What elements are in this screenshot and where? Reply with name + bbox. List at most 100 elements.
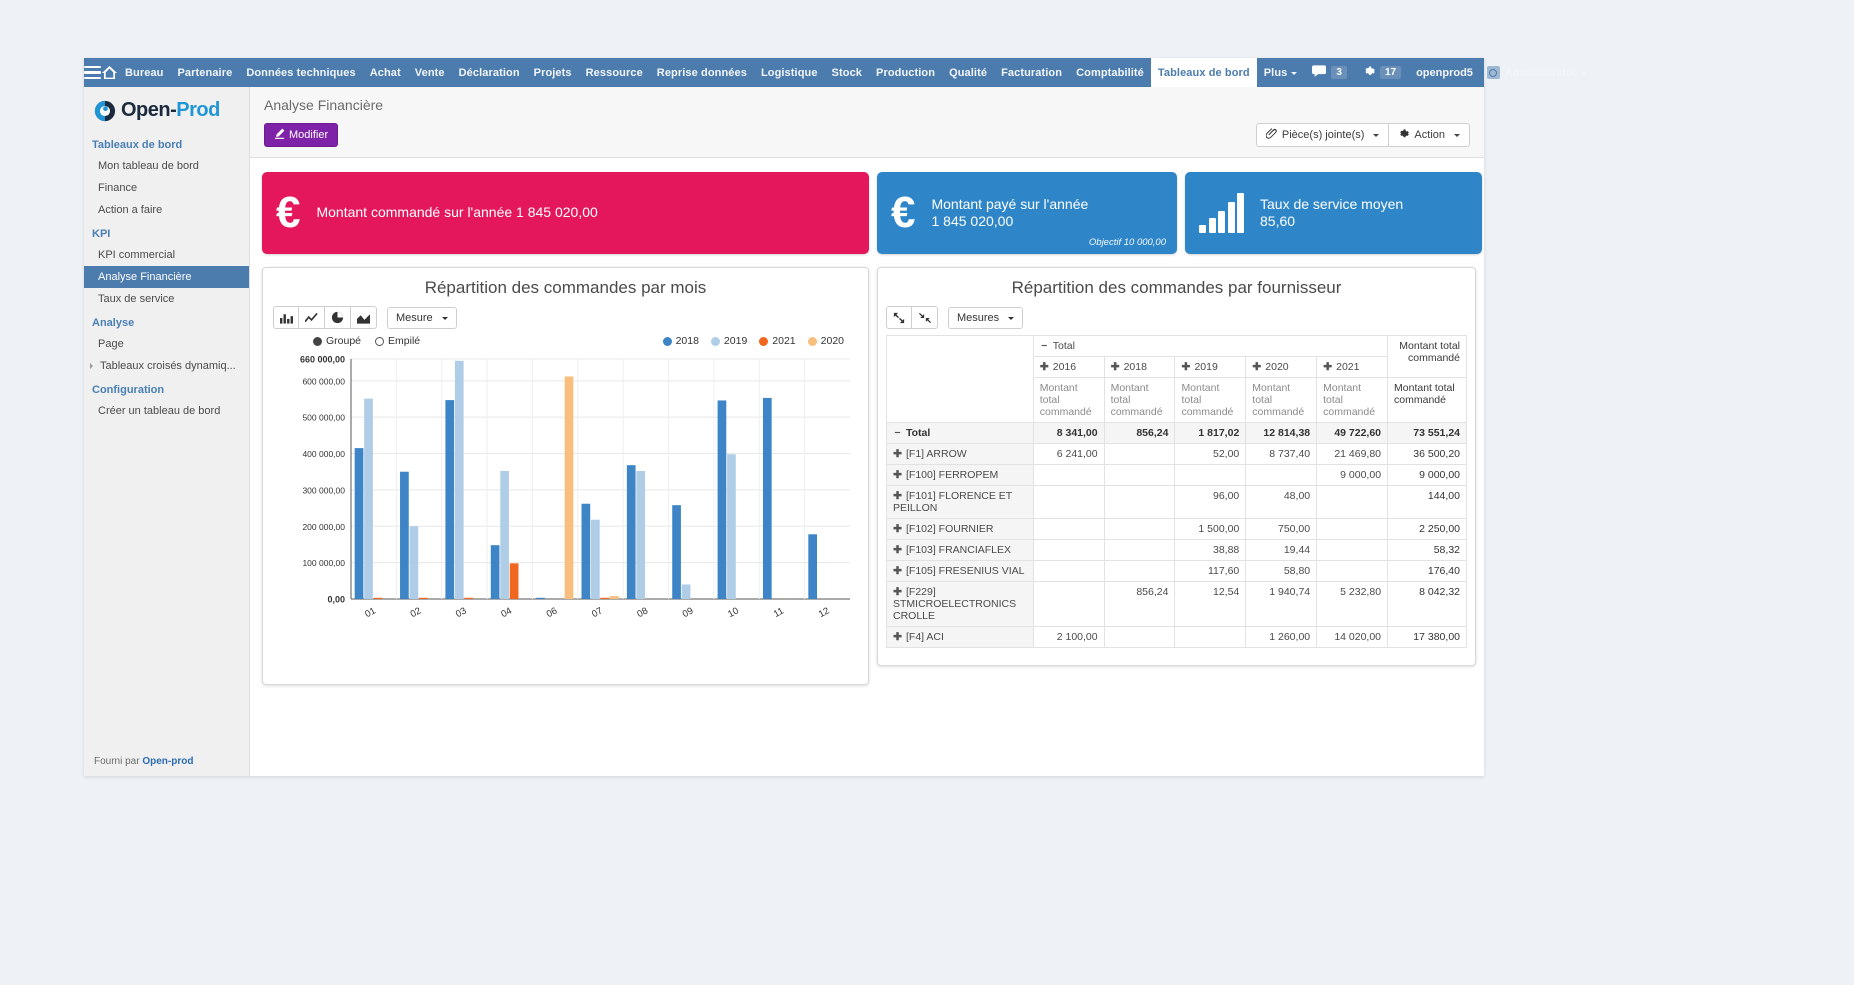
sidebar-item-finance[interactable]: Finance xyxy=(84,177,249,199)
sidebar-item-page[interactable]: Page xyxy=(84,333,249,355)
messages-button[interactable]: 3 xyxy=(1304,65,1355,80)
table-row[interactable]: ✚ [F103] FRANCIAFLEX 38,88 19,44 58,32 xyxy=(886,539,1467,561)
sidebar-item-action-a-faire[interactable]: Action a faire xyxy=(84,199,249,221)
chart-bar[interactable] xyxy=(400,471,409,599)
chart-bar[interactable] xyxy=(762,397,772,599)
footer-brand-link[interactable]: Open-prod xyxy=(142,756,193,767)
nav-item-reprise-donn-es[interactable]: Reprise données xyxy=(650,58,754,87)
sidebar-item-analyse-financi-re[interactable]: Analyse Financière xyxy=(84,266,249,288)
legend-item-2019[interactable]: 2019 xyxy=(710,335,747,347)
nav-item-qualit[interactable]: Qualité xyxy=(942,58,994,87)
chart-bar[interactable] xyxy=(626,465,636,599)
nav-item-tableaux-de-bord[interactable]: Tableaux de bord xyxy=(1150,58,1257,87)
chart-mode-empile[interactable]: Empilé xyxy=(375,335,420,347)
pivot-col-year-2018[interactable]: ✚ 2018 xyxy=(1103,356,1176,378)
chart-bar[interactable] xyxy=(564,376,574,599)
chart-bar[interactable] xyxy=(454,360,464,599)
chart-bar[interactable] xyxy=(490,545,500,599)
pivot-col-group-total[interactable]: − Total xyxy=(1032,335,1389,357)
measures-dropdown[interactable]: Mesures xyxy=(948,306,1024,329)
pivot-row-header[interactable]: ✚ [F1] ARROW xyxy=(886,443,1034,465)
nav-item-logistique[interactable]: Logistique xyxy=(754,58,825,87)
chart-bar[interactable] xyxy=(536,597,545,599)
chart-bar[interactable] xyxy=(808,534,818,599)
pie-chart-icon[interactable] xyxy=(325,306,351,329)
chart-bar[interactable] xyxy=(419,597,428,599)
nav-item-plus[interactable]: Plus xyxy=(1257,58,1305,87)
nav-item-vente[interactable]: Vente xyxy=(408,58,452,87)
chart-bar[interactable] xyxy=(636,471,646,599)
chart-mode-groupe[interactable]: Groupé xyxy=(313,335,361,347)
pivot-row-header[interactable]: ✚ [F4] ACI xyxy=(886,626,1034,648)
nav-item-partenaire[interactable]: Partenaire xyxy=(171,58,240,87)
chart-bar[interactable] xyxy=(600,597,610,599)
pivot-col-year-2016[interactable]: ✚ 2016 xyxy=(1032,356,1105,378)
pivot-row-header[interactable]: ✚ [F102] FOURNIER xyxy=(886,518,1034,540)
nav-item-donn-es-techniques[interactable]: Données techniques xyxy=(239,58,362,87)
pivot-row-header[interactable]: ✚ [F105] FRESENIUS VIAL xyxy=(886,560,1034,582)
area-chart-icon[interactable] xyxy=(351,306,377,329)
expand-arrows-icon[interactable] xyxy=(886,306,912,329)
nav-item-ressource[interactable]: Ressource xyxy=(579,58,650,87)
pivot-row-header[interactable]: ✚ [F103] FRANCIAFLEX xyxy=(886,539,1034,561)
table-row[interactable]: ✚ [F4] ACI 2 100,00 1 260,00 14 020,00 17 380… xyxy=(886,626,1467,648)
nav-item-production[interactable]: Production xyxy=(869,58,942,87)
activities-button[interactable]: 17 xyxy=(1355,65,1409,80)
kpi-card-montant-commande[interactable]: € Montant commandé sur l'année 1 845 020… xyxy=(262,172,869,254)
pivot-row-header[interactable]: − Total xyxy=(886,422,1034,444)
pivot-col-year-2020[interactable]: ✚ 2020 xyxy=(1245,356,1318,378)
legend-item-2018[interactable]: 2018 xyxy=(662,335,699,347)
pivot-col-year-2019[interactable]: ✚ 2019 xyxy=(1174,356,1247,378)
sidebar-item-cr-er-un-tableau-de-bord[interactable]: Créer un tableau de bord xyxy=(84,400,249,422)
table-row[interactable]: ✚ [F100] FERROPEM 9 000,00 9 000,00 xyxy=(886,464,1467,486)
chart-bar[interactable] xyxy=(500,471,509,599)
chart-bar[interactable] xyxy=(727,454,736,599)
pivot-col-year-2021[interactable]: ✚ 2021 xyxy=(1316,356,1389,378)
line-chart-icon[interactable] xyxy=(299,306,325,329)
legend-item-2021[interactable]: 2021 xyxy=(759,335,796,347)
user-menu[interactable]: Administrator xyxy=(1480,66,1594,79)
chart-bar[interactable] xyxy=(409,526,419,599)
home-icon[interactable] xyxy=(101,58,118,87)
nav-item-bureau[interactable]: Bureau xyxy=(118,58,171,87)
chart-bar[interactable] xyxy=(717,400,727,599)
nav-item-d-claration[interactable]: Déclaration xyxy=(452,58,527,87)
bar-chart-icon[interactable] xyxy=(273,306,299,329)
pivot-row-header[interactable]: ✚ [F229] STMICROELECTRONICS CROLLE xyxy=(886,581,1034,627)
edit-button[interactable]: Modifier xyxy=(264,123,339,147)
compress-arrows-icon[interactable] xyxy=(912,306,938,329)
table-row[interactable]: ✚ [F1] ARROW 6 241,00 52,00 8 737,40 21 469,8… xyxy=(886,443,1467,465)
sidebar-item-kpi-commercial[interactable]: KPI commercial xyxy=(84,244,249,266)
table-row[interactable]: ✚ [F102] FOURNIER 1 500,00 750,00 2 250,00 xyxy=(886,518,1467,540)
chart-bar[interactable] xyxy=(445,400,455,599)
pivot-row-header[interactable]: ✚ [F101] FLORENCE ET PEILLON xyxy=(886,485,1034,519)
nav-item-achat[interactable]: Achat xyxy=(363,58,408,87)
table-row[interactable]: ✚ [F105] FRESENIUS VIAL 117,60 58,80 176,40 xyxy=(886,560,1467,582)
chart-bar[interactable] xyxy=(610,596,619,599)
chart-bar[interactable] xyxy=(509,563,519,599)
nav-item-comptabilit[interactable]: Comptabilité xyxy=(1069,58,1151,87)
measure-dropdown[interactable]: Mesure xyxy=(387,306,457,329)
sidebar-item-tableaux-crois-s-dynamiq[interactable]: Tableaux croisés dynamiq... xyxy=(84,355,249,377)
sidebar-item-mon-tableau-de-bord[interactable]: Mon tableau de bord xyxy=(84,155,249,177)
table-row[interactable]: ✚ [F101] FLORENCE ET PEILLON 96,00 48,00 144… xyxy=(886,485,1467,519)
table-row[interactable]: − Total 8 341,00 856,24 1 817,02 12 814,38 49 … xyxy=(886,422,1467,444)
chart-bar[interactable] xyxy=(591,519,600,599)
pivot-row-header[interactable]: ✚ [F100] FERROPEM xyxy=(886,464,1034,486)
chart-bar[interactable] xyxy=(354,448,364,599)
chart-bar[interactable] xyxy=(681,584,691,599)
action-button[interactable]: Action xyxy=(1389,123,1470,147)
chart-bar[interactable] xyxy=(373,597,383,599)
sidebar-item-taux-de-service[interactable]: Taux de service xyxy=(84,288,249,310)
database-name[interactable]: openprod5 xyxy=(1409,67,1480,79)
nav-item-facturation[interactable]: Facturation xyxy=(994,58,1069,87)
table-row[interactable]: ✚ [F229] STMICROELECTRONICS CROLLE 856,24 1… xyxy=(886,581,1467,627)
kpi-card-montant-paye[interactable]: € Montant payé sur l'année 1 845 020,00 … xyxy=(877,172,1177,254)
chart-bar[interactable] xyxy=(581,503,591,599)
kpi-card-taux-service[interactable]: Taux de service moyen 85,60 xyxy=(1185,172,1482,254)
attachments-button[interactable]: Pièce(s) jointe(s) xyxy=(1255,123,1390,147)
hamburger-menu-icon[interactable] xyxy=(84,58,101,87)
chart-bar[interactable] xyxy=(672,505,681,599)
nav-item-projets[interactable]: Projets xyxy=(527,58,579,87)
legend-item-2020[interactable]: 2020 xyxy=(807,335,844,347)
